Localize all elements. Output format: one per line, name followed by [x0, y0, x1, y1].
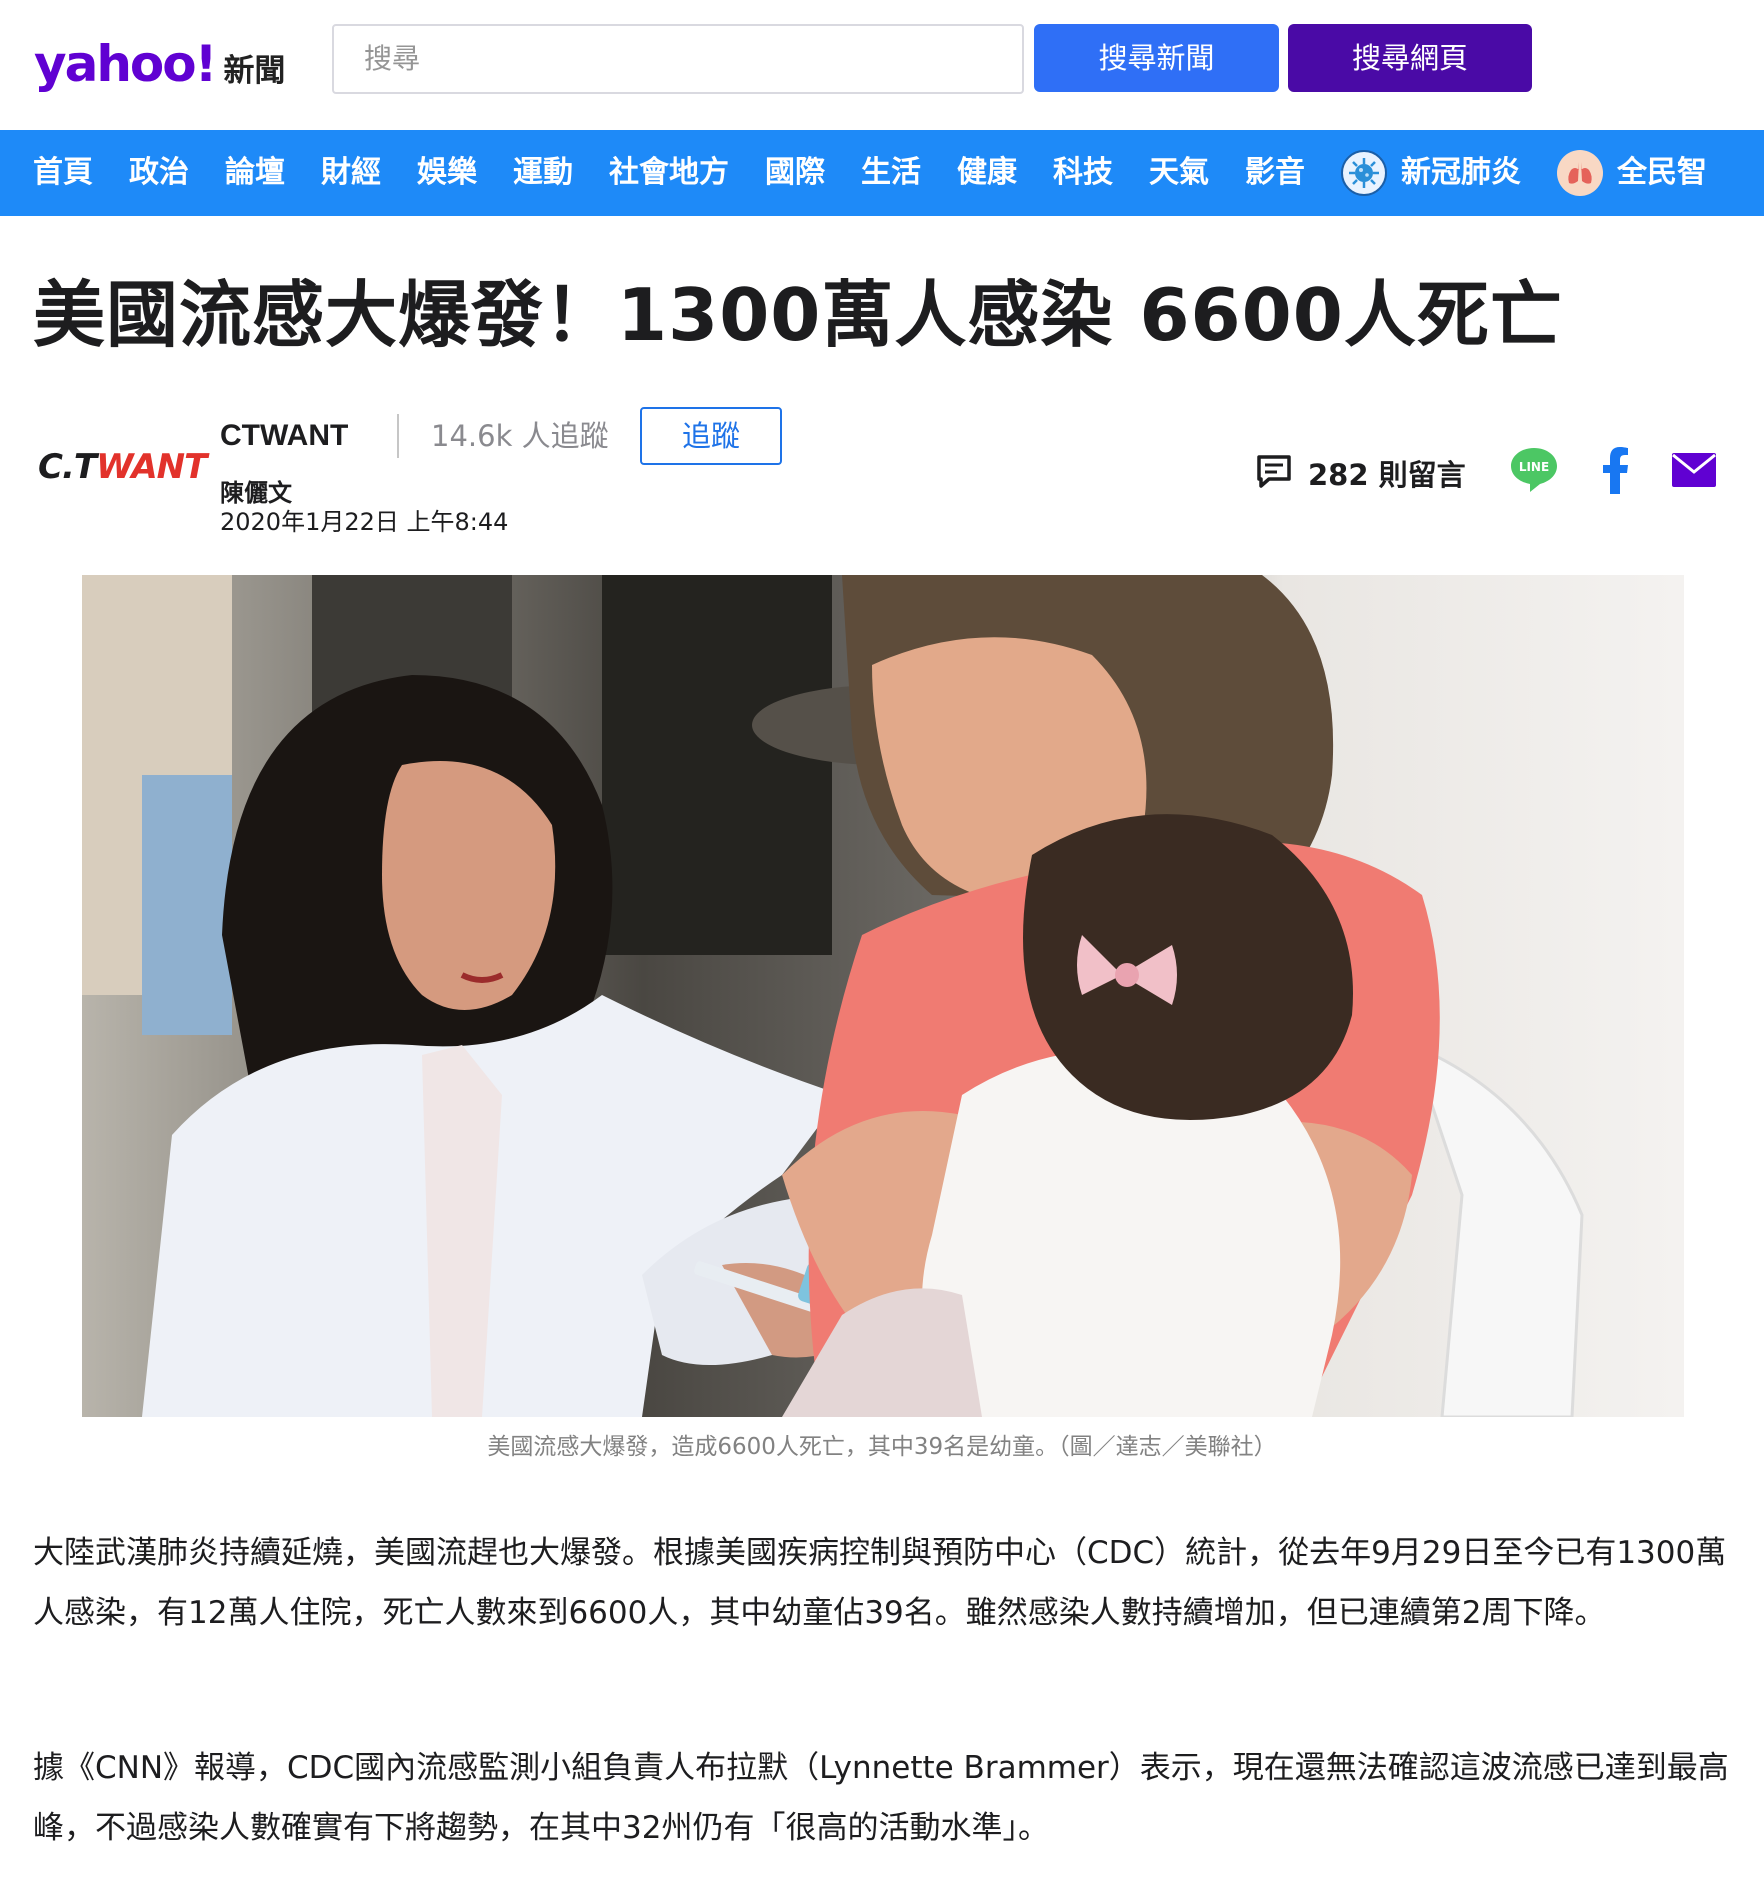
nav-item-politics[interactable]: 政治 [129, 130, 189, 216]
publisher-logo-red-text: WANT [96, 447, 207, 487]
comments-count: 282 則留言 [1308, 458, 1466, 492]
nav-item-covid-label: 新冠肺炎 [1401, 155, 1521, 190]
category-nav: 首頁 政治 論壇 財經 娛樂 運動 社會地方 國際 生活 健康 科技 天氣 影音 [0, 130, 1764, 216]
nav-item-entertainment[interactable]: 娛樂 [417, 130, 477, 216]
nav-item-society[interactable]: 社會地方 [609, 130, 729, 216]
nav-items: 首頁 政治 論壇 財經 娛樂 運動 社會地方 國際 生活 健康 科技 天氣 影音 [33, 130, 1743, 216]
yahoo-news-logo[interactable]: yahoo! 新聞 [34, 34, 285, 94]
nav-item-forum[interactable]: 論壇 [225, 130, 285, 216]
logo-sub-text: 新聞 [223, 53, 286, 89]
author-name: 陳儷文 [220, 479, 292, 507]
search-input[interactable]: 搜尋 [332, 24, 1024, 94]
publisher-logo-dark-text: C.T [38, 447, 97, 487]
top-header: yahoo! 新聞 搜尋 搜尋新聞 搜尋網頁 [0, 0, 1764, 130]
line-share-icon[interactable]: LINE [1508, 444, 1560, 496]
page: yahoo! 新聞 搜尋 搜尋新聞 搜尋網頁 首頁 政治 論壇 財經 娛樂 運動… [0, 0, 1764, 1880]
lung-icon [1557, 150, 1603, 196]
line-icon-label: LINE [1519, 460, 1549, 474]
nav-item-health[interactable]: 健康 [957, 130, 1017, 216]
vaccination-photo-illustration [82, 575, 1684, 1417]
comments-link[interactable]: 282 則留言 [1254, 448, 1466, 498]
nav-item-finance[interactable]: 財經 [321, 130, 381, 216]
facebook-share-icon[interactable] [1598, 444, 1632, 496]
byline-divider [397, 414, 399, 458]
publisher-name[interactable]: CTWANT [220, 416, 348, 456]
follower-count: 14.6k 人追蹤 [431, 419, 609, 453]
photo-caption: 美國流感大爆發，造成6600人死亡，其中39名是幼童。（圖／達志／美聯社） [487, 1434, 1277, 1460]
nav-item-covid[interactable]: 新冠肺炎 [1341, 130, 1521, 216]
nav-item-video[interactable]: 影音 [1245, 130, 1305, 216]
nav-item-lung[interactable]: 全民智 [1557, 130, 1707, 216]
article-paragraph: 大陸武漢肺炎持續延燒，美國流趕也大爆發。根據美國疾病控制與預防中心（CDC）統計… [33, 1535, 1727, 1631]
logo-main-text: yahoo! [34, 35, 217, 93]
nav-item-life[interactable]: 生活 [861, 130, 921, 216]
nav-item-lung-label: 全民智 [1617, 155, 1707, 190]
search-web-button[interactable]: 搜尋網頁 [1288, 24, 1532, 92]
nav-item-weather[interactable]: 天氣 [1149, 130, 1209, 216]
comment-icon [1254, 451, 1294, 495]
publish-date: 2020年1月22日 上午8:44 [220, 508, 509, 536]
nav-item-sports[interactable]: 運動 [513, 130, 573, 216]
follow-button[interactable]: 追蹤 [640, 407, 782, 465]
article-photo [82, 575, 1684, 1417]
nav-item-home[interactable]: 首頁 [33, 130, 93, 216]
mail-share-icon[interactable] [1671, 452, 1717, 488]
nav-item-international[interactable]: 國際 [765, 130, 825, 216]
search-news-button[interactable]: 搜尋新聞 [1034, 24, 1279, 92]
nav-item-tech[interactable]: 科技 [1053, 130, 1113, 216]
virus-icon [1341, 150, 1387, 196]
publisher-logo[interactable]: C.T WANT [38, 447, 207, 487]
article-paragraph: 據《CNN》報導，CDC國內流感監測小組負責人布拉默（Lynnette Bram… [33, 1750, 1729, 1846]
article-title: 美國流感大爆發！1300萬人感染 6600人死亡 [33, 273, 1563, 357]
